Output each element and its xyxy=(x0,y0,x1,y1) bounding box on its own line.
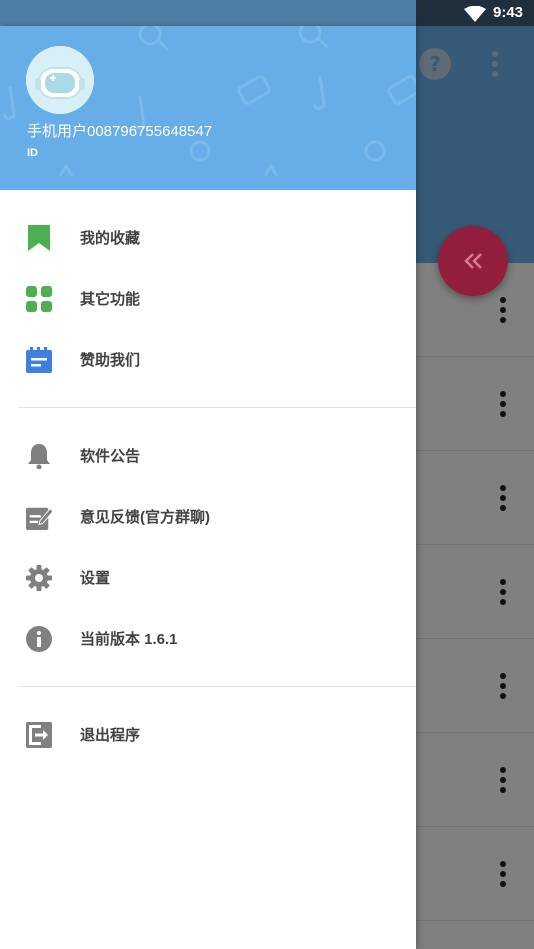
menu-item-label: 当前版本 1.6.1 xyxy=(80,631,178,648)
menu-item-feedback[interactable]: 意见反馈(官方群聊) xyxy=(0,488,416,544)
gear-icon xyxy=(26,565,52,591)
menu-item-label: 赞助我们 xyxy=(80,352,141,369)
apps-grid-icon xyxy=(26,286,52,312)
status-time: 9:43 xyxy=(493,4,524,21)
astronaut-avatar-icon xyxy=(26,46,94,114)
bookmark-icon xyxy=(28,225,50,251)
floating-action-button[interactable] xyxy=(438,226,508,296)
menu-item-label: 我的收藏 xyxy=(80,230,141,247)
more-icon[interactable] xyxy=(500,673,506,699)
avatar[interactable] xyxy=(26,46,94,114)
menu-item-label: 软件公告 xyxy=(80,448,141,465)
menu-item-settings[interactable]: 设置 xyxy=(0,549,416,605)
exit-icon xyxy=(26,722,52,748)
user-id-label: ID xyxy=(27,147,38,159)
menu-item-label: 意见反馈(官方群聊) xyxy=(80,509,210,526)
double-chevron-left-icon xyxy=(464,253,482,269)
menu-item-label: 退出程序 xyxy=(80,727,141,744)
feedback-edit-icon xyxy=(26,507,52,530)
notepad-icon xyxy=(26,347,52,373)
menu-item-label: 设置 xyxy=(80,570,111,587)
more-icon[interactable] xyxy=(500,579,506,605)
navigation-drawer: 手机用户008796755648547 ID 我的收藏 其它功能 赞助我们 软件… xyxy=(0,26,416,949)
menu-item-other-features[interactable]: 其它功能 xyxy=(0,270,416,326)
status-bar: 9:43 xyxy=(0,0,534,26)
divider xyxy=(18,686,416,687)
user-name: 手机用户008796755648547 xyxy=(27,123,213,140)
info-icon xyxy=(26,626,52,652)
menu-item-label: 其它功能 xyxy=(80,291,141,308)
menu-item-sponsor[interactable]: 赞助我们 xyxy=(0,331,416,387)
menu-item-favorites[interactable]: 我的收藏 xyxy=(0,209,416,265)
help-icon[interactable]: ? xyxy=(419,48,451,80)
drawer-header: 手机用户008796755648547 ID xyxy=(0,26,416,190)
more-icon[interactable] xyxy=(500,485,506,511)
divider xyxy=(18,407,416,408)
menu-item-announcements[interactable]: 软件公告 xyxy=(0,427,416,483)
more-icon[interactable] xyxy=(500,391,506,417)
more-icon[interactable] xyxy=(500,861,506,887)
overflow-menu-icon[interactable] xyxy=(491,50,499,78)
wifi-icon xyxy=(464,6,486,22)
more-icon[interactable] xyxy=(500,767,506,793)
menu-item-exit[interactable]: 退出程序 xyxy=(0,706,416,762)
svg-text:?: ? xyxy=(429,52,441,76)
status-bar-tint xyxy=(0,0,416,26)
menu-item-version[interactable]: 当前版本 1.6.1 xyxy=(0,610,416,666)
more-icon[interactable] xyxy=(500,297,506,323)
bell-icon xyxy=(28,444,50,469)
